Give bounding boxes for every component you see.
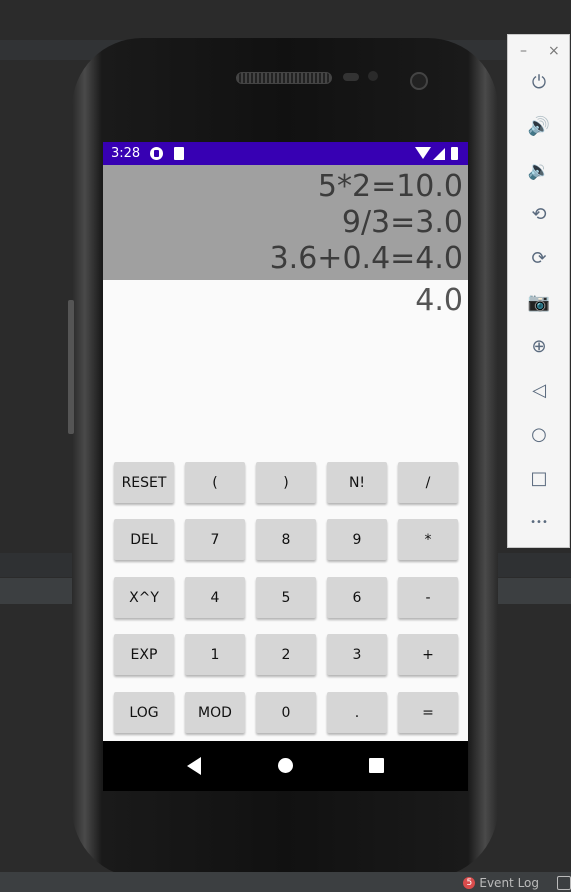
camera-icon[interactable]: 📷 — [526, 289, 552, 315]
navigation-bar — [103, 741, 468, 791]
minimize-button[interactable]: – — [520, 43, 527, 59]
digit-5-button[interactable]: 5 — [256, 577, 316, 618]
front-camera — [410, 72, 428, 90]
emulator-toolbar: – × ⏻ 🔊 🔉 ⟲ ⟳ 📷 ⊕ ◁ ○ □ ••• — [507, 34, 570, 548]
digit-4-button[interactable]: 4 — [185, 577, 245, 618]
nav-back-icon[interactable] — [187, 757, 201, 775]
home-icon[interactable]: ○ — [526, 421, 552, 447]
layout-icon[interactable] — [557, 876, 571, 890]
more-icon[interactable]: ••• — [526, 509, 552, 535]
reset-button[interactable]: RESET — [114, 462, 174, 503]
phone-speaker — [236, 72, 332, 84]
add-button[interactable]: + — [398, 634, 458, 675]
delete-button[interactable]: DEL — [114, 519, 174, 560]
digit-7-button[interactable]: 7 — [185, 519, 245, 560]
digit-1-button[interactable]: 1 — [185, 634, 245, 675]
volume-down-icon[interactable]: 🔉 — [526, 157, 552, 183]
open-paren-button[interactable]: ( — [185, 462, 245, 503]
event-log-badge: 5 — [463, 877, 476, 889]
digit-3-button[interactable]: 3 — [327, 634, 387, 675]
close-button[interactable]: × — [548, 43, 560, 59]
multiply-button[interactable]: * — [398, 519, 458, 560]
volume-up-icon[interactable]: 🔊 — [526, 113, 552, 139]
digit-9-button[interactable]: 9 — [327, 519, 387, 560]
close-paren-button[interactable]: ) — [256, 462, 316, 503]
overview-icon[interactable]: □ — [526, 465, 552, 491]
back-icon[interactable]: ◁ — [526, 377, 552, 403]
subtract-button[interactable]: - — [398, 577, 458, 618]
digit-6-button[interactable]: 6 — [327, 577, 387, 618]
rotate-right-icon[interactable]: ⟳ — [526, 245, 552, 271]
nav-recents-icon[interactable] — [369, 758, 384, 773]
power-icon[interactable]: ⏻ — [526, 69, 552, 95]
digit-8-button[interactable]: 8 — [256, 519, 316, 560]
decimal-button[interactable]: . — [327, 692, 387, 733]
equals-button[interactable]: = — [398, 692, 458, 733]
event-log-label: Event Log — [479, 876, 539, 890]
divide-button[interactable]: / — [398, 462, 458, 503]
power-button[interactable]: X^Y — [114, 577, 174, 618]
phone-side-button — [68, 300, 74, 434]
phone-proximity-sensor — [368, 71, 378, 81]
log-button[interactable]: LOG — [114, 692, 174, 733]
digit-2-button[interactable]: 2 — [256, 634, 316, 675]
event-log-button[interactable]: 5 Event Log — [463, 876, 539, 890]
zoom-icon[interactable]: ⊕ — [526, 333, 552, 359]
device-screen: 3:28 5*2=10.0 9/3=3.0 3.6+0.4=4.0 4.0 RE… — [103, 142, 468, 791]
keypad: RESET ( ) N! / DEL 7 8 9 * X^Y 4 5 6 - E… — [103, 142, 468, 791]
factorial-button[interactable]: N! — [327, 462, 387, 503]
mod-button[interactable]: MOD — [185, 692, 245, 733]
digit-0-button[interactable]: 0 — [256, 692, 316, 733]
nav-home-icon[interactable] — [278, 758, 293, 773]
rotate-left-icon[interactable]: ⟲ — [526, 201, 552, 227]
phone-sensor — [343, 73, 359, 81]
exp-button[interactable]: EXP — [114, 634, 174, 675]
